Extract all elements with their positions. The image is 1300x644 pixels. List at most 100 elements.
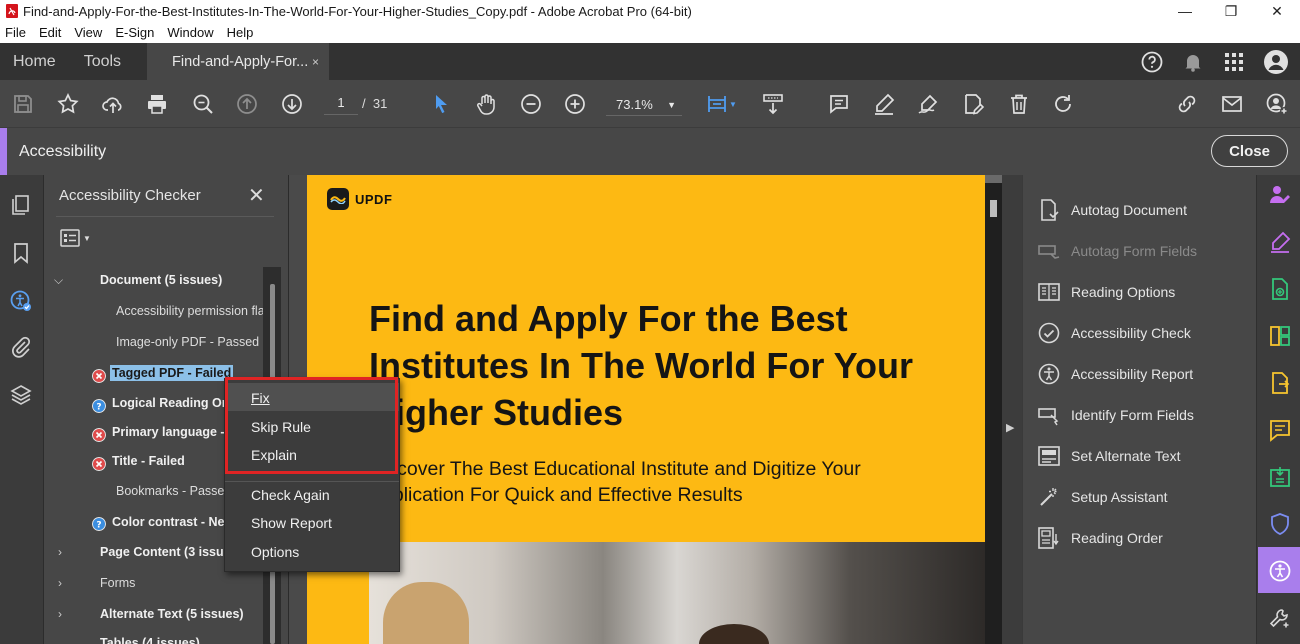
accessibility-check-button[interactable]: Accessibility Check — [1037, 321, 1191, 345]
accessibility-report-label: Accessibility Report — [1071, 366, 1194, 382]
reading-order-button[interactable]: Reading Order — [1037, 526, 1163, 550]
right-pane-collapse-handle[interactable]: ▶ — [1002, 175, 1022, 644]
set-alternate-text-button[interactable]: Set Alternate Text — [1037, 444, 1180, 468]
edit-pdf-button[interactable] — [960, 91, 986, 117]
autotag-document-button[interactable]: Autotag Document — [1037, 198, 1187, 222]
email-button[interactable] — [1219, 91, 1245, 117]
create-pdf-icon[interactable] — [1268, 277, 1292, 301]
tree-item-forms[interactable]: Forms — [100, 576, 135, 590]
notification-bell-icon[interactable] — [1181, 50, 1205, 74]
accessibility-checker-icon[interactable] — [9, 289, 33, 313]
page-count: 31 — [372, 96, 388, 111]
checker-options-button[interactable]: ▼ — [59, 228, 91, 248]
tree-item-page-content[interactable]: Page Content (3 issues) — [100, 545, 242, 559]
context-menu-show-report[interactable]: Show Report — [251, 515, 332, 531]
chevron-right-icon[interactable]: › — [58, 607, 62, 621]
rotate-button[interactable] — [1050, 91, 1076, 117]
highlight-button[interactable] — [871, 91, 897, 117]
svg-text:?: ? — [96, 521, 101, 531]
reading-order-label: Reading Order — [1071, 530, 1163, 546]
autotag-form-fields-button[interactable]: Autotag Form Fields — [1037, 239, 1197, 263]
menu-esign[interactable]: E-Sign — [115, 25, 154, 40]
delete-button[interactable] — [1006, 91, 1032, 117]
tree-item-alternate-text[interactable]: Alternate Text (5 issues) — [100, 607, 244, 621]
star-icon — [57, 93, 79, 114]
print-button[interactable] — [144, 91, 170, 117]
apps-grid-icon[interactable] — [1222, 50, 1246, 74]
accessibility-tool-icon[interactable] — [1268, 559, 1292, 583]
organize-pages-icon[interactable] — [1268, 324, 1292, 348]
layers-icon[interactable] — [9, 383, 33, 407]
autotag-form-fields-label: Autotag Form Fields — [1071, 243, 1198, 259]
document-scrollbar-thumb[interactable] — [990, 200, 997, 217]
attachments-paperclip-icon[interactable] — [9, 335, 33, 359]
minus-circle-icon — [521, 94, 541, 114]
chevron-right-icon[interactable]: › — [58, 545, 62, 559]
page-fit-button[interactable]: ▼ — [702, 91, 740, 117]
fill-sign-icon[interactable] — [1268, 230, 1292, 254]
restore-button[interactable]: ❐ — [1208, 0, 1254, 22]
share-user-button[interactable] — [1264, 91, 1290, 117]
protect-shield-icon[interactable] — [1268, 512, 1292, 536]
previous-page-button[interactable] — [234, 91, 260, 117]
tree-item-title[interactable]: Title - Failed — [112, 454, 185, 468]
fit-chevron-icon: ▼ — [729, 99, 737, 109]
tab-tools[interactable]: Tools — [70, 43, 147, 80]
tree-item-tagged-pdf[interactable]: Tagged PDF - Failed — [110, 365, 234, 381]
user-avatar-icon[interactable] — [1263, 49, 1289, 75]
close-window-button[interactable]: ✕ — [1254, 0, 1300, 22]
tree-item-document[interactable]: Document (5 issues) — [100, 273, 222, 287]
hand-tool-button[interactable] — [473, 91, 499, 117]
more-tools-wrench-icon[interactable] — [1268, 607, 1292, 631]
reading-options-label: Reading Options — [1071, 284, 1176, 300]
page-number-input[interactable]: 1 — [324, 95, 358, 115]
request-signature-icon[interactable] — [1268, 183, 1292, 207]
compress-pdf-icon[interactable] — [1268, 465, 1292, 489]
tree-item-primary-language[interactable]: Primary language - — [112, 425, 225, 439]
close-tool-button[interactable]: Close — [1211, 135, 1288, 167]
tree-item-image-only[interactable]: Image-only PDF - Passed — [116, 335, 259, 349]
identify-form-fields-button[interactable]: Identify Form Fields — [1037, 403, 1194, 427]
help-icon[interactable] — [1140, 50, 1164, 74]
context-menu-options[interactable]: Options — [251, 544, 299, 560]
export-pdf-icon[interactable] — [1268, 371, 1292, 395]
zoom-level-dropdown[interactable]: 73.1% ▼ — [606, 94, 682, 116]
reading-options-button[interactable]: Reading Options — [1037, 280, 1175, 304]
comment-button[interactable] — [826, 91, 852, 117]
tab-home[interactable]: Home — [0, 43, 70, 80]
zoom-in-button[interactable] — [562, 91, 588, 117]
menu-file[interactable]: File — [5, 25, 26, 40]
share-link-button[interactable] — [1174, 91, 1200, 117]
chevron-down-icon[interactable]: ⌵ — [54, 273, 63, 288]
zoom-out-button[interactable] — [518, 91, 544, 117]
sign-button[interactable] — [915, 91, 941, 117]
zoom-search-button[interactable] — [190, 91, 216, 117]
upload-cloud-button[interactable] — [100, 91, 126, 117]
context-menu-check-again[interactable]: Check Again — [251, 487, 330, 503]
save-button[interactable] — [10, 91, 36, 117]
next-page-button[interactable] — [279, 91, 305, 117]
accessibility-report-button[interactable]: Accessibility Report — [1037, 362, 1193, 386]
arrow-down-circle-icon — [282, 94, 302, 114]
menu-edit[interactable]: Edit — [39, 25, 61, 40]
tab-close-icon[interactable]: × — [312, 55, 319, 69]
tree-item-permission-flag[interactable]: Accessibility permission flag — [116, 304, 272, 318]
menu-help[interactable]: Help — [227, 25, 254, 40]
comment-tool-icon[interactable] — [1268, 418, 1292, 442]
setup-assistant-button[interactable]: Setup Assistant — [1037, 485, 1168, 509]
menu-window[interactable]: Window — [167, 25, 213, 40]
bookmarks-icon[interactable] — [9, 241, 33, 265]
chevron-right-icon[interactable]: › — [58, 576, 62, 590]
checker-close-icon[interactable]: ✕ — [248, 183, 265, 208]
tree-item-tables[interactable]: Tables (4 issues) — [100, 636, 200, 644]
select-tool-button[interactable] — [428, 91, 454, 117]
menu-view[interactable]: View — [74, 25, 102, 40]
bookmark-star-button[interactable] — [55, 91, 81, 117]
page-total: / 31 — [362, 96, 387, 111]
document-scrollbar[interactable] — [985, 175, 1002, 644]
scroll-mode-button[interactable] — [760, 91, 786, 117]
tree-item-bookmarks[interactable]: Bookmarks - Passed — [116, 484, 231, 498]
minimize-button[interactable]: — — [1162, 0, 1208, 22]
page-thumbnails-icon[interactable] — [9, 193, 33, 217]
tab-document[interactable]: Find-and-Apply-For... × — [147, 43, 330, 80]
